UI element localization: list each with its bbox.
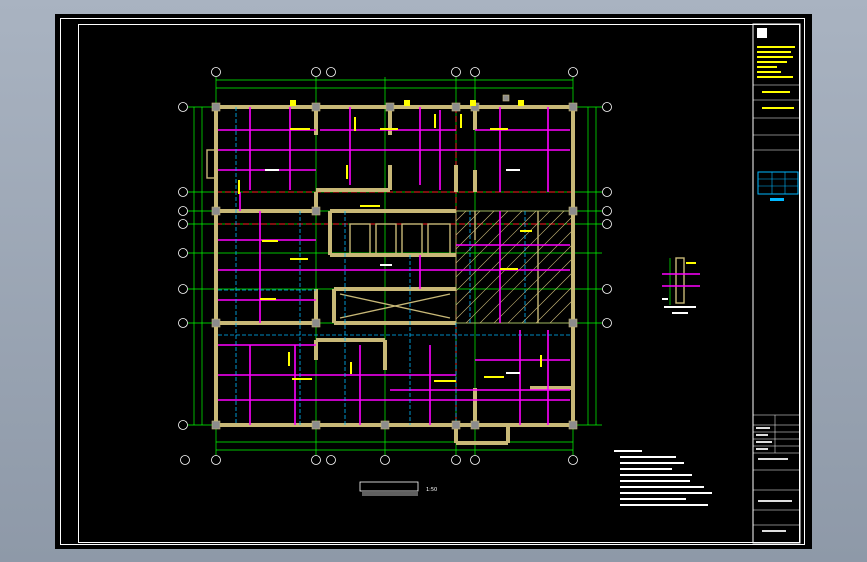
cyan-dashed — [218, 107, 570, 425]
hatched-area — [455, 210, 573, 324]
title-block — [752, 23, 801, 544]
notes-block — [614, 450, 712, 506]
section-detail — [662, 257, 700, 314]
axis-bubbles-right — [602, 102, 612, 328]
thin-walls — [206, 149, 539, 323]
beams — [218, 107, 570, 425]
axis-bubbles-top — [211, 67, 578, 77]
title-scale-text: 1:50 — [426, 487, 437, 493]
drawing-title: 1:50 — [359, 481, 437, 496]
room-labels — [265, 169, 520, 374]
axis-bubbles-bottom — [180, 455, 578, 465]
axis-bubbles-left — [178, 102, 188, 430]
floor-plan-drawing: 1:50 — [178, 23, 801, 544]
columns — [211, 94, 578, 430]
annotations — [238, 114, 542, 382]
